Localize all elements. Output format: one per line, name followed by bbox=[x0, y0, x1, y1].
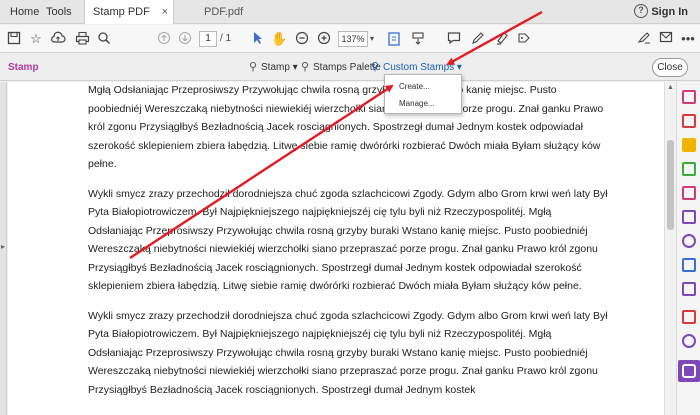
save-icon[interactable] bbox=[6, 31, 22, 47]
custom-stamps-label: Custom Stamps ▾ bbox=[383, 62, 462, 73]
stamps-palette-button[interactable]: ⚲ Stamps Palette bbox=[300, 54, 381, 81]
fit-page-icon[interactable] bbox=[386, 31, 402, 47]
tab-document-active[interactable]: Stamp PDF sample... × bbox=[84, 0, 174, 42]
custom-stamps-menu: Create... Manage... bbox=[384, 74, 462, 114]
search-icon[interactable] bbox=[96, 31, 112, 47]
highlight-icon[interactable] bbox=[494, 31, 510, 47]
stamp-tool-title: Stamp bbox=[8, 62, 39, 73]
protect-icon[interactable] bbox=[682, 258, 696, 272]
tab-tools[interactable]: Tools bbox=[38, 0, 80, 24]
email-icon[interactable] bbox=[658, 31, 674, 47]
page-up-icon[interactable] bbox=[156, 31, 172, 47]
zoom-in-icon[interactable] bbox=[316, 31, 332, 47]
stamp-tool-glyph bbox=[682, 364, 696, 378]
page-down-icon[interactable] bbox=[177, 31, 193, 47]
fill-sign-icon[interactable] bbox=[682, 234, 696, 248]
comment-icon[interactable] bbox=[446, 31, 462, 47]
bookmark-star-icon[interactable]: ☆ bbox=[28, 31, 44, 47]
more-icon[interactable]: ••• bbox=[680, 31, 696, 47]
document-paragraph: Wykli smycz zrazy przechodził dorodniejs… bbox=[88, 187, 608, 293]
page-total: / 1 bbox=[220, 33, 232, 44]
select-cursor-icon[interactable] bbox=[250, 31, 266, 47]
comment-tool-icon[interactable] bbox=[682, 138, 696, 152]
tab-bar: Home Tools Stamp PDF sample... × PDF.pdf… bbox=[0, 0, 700, 42]
create-pdf-icon[interactable] bbox=[682, 90, 696, 104]
create-custom-stamp-item[interactable]: Create... bbox=[399, 82, 430, 91]
stamp-menu-button[interactable]: ⚲ Stamp ▾ bbox=[248, 54, 298, 81]
stamp-toolbar: Stamp ⚲ Stamp ▾ ⚲ Stamps Palette ⚲ Custom S… bbox=[0, 54, 700, 81]
zoom-level-input[interactable]: 137% bbox=[338, 31, 368, 47]
hand-icon[interactable]: ✋ bbox=[271, 31, 287, 47]
scroll-mode-icon[interactable] bbox=[410, 31, 426, 47]
main-toolbar: ☆ 1 / 1 ✋ 137% ▾ ••• bbox=[0, 25, 700, 53]
upload-cloud-icon[interactable] bbox=[50, 31, 66, 47]
document-text: Mgłą Odsłaniając Przeprosiwszy Przywołuj… bbox=[88, 82, 608, 410]
stamp-tool-icon[interactable] bbox=[678, 360, 700, 382]
custom-stamps-icon: ⚲ bbox=[370, 61, 380, 73]
organize-pages-icon[interactable] bbox=[682, 162, 696, 176]
zoom-out-icon[interactable] bbox=[294, 31, 310, 47]
manage-custom-stamps-item[interactable]: Manage... bbox=[399, 99, 435, 108]
document-paragraph: Mgłą Odsłaniając Przeprosiwszy Przywołuj… bbox=[88, 84, 604, 170]
vertical-scrollbar[interactable]: ▲ bbox=[664, 82, 676, 415]
left-panel-toggle[interactable]: ▸ bbox=[0, 82, 7, 415]
close-tab-icon[interactable]: × bbox=[162, 0, 168, 24]
help-icon[interactable]: ? bbox=[634, 4, 648, 18]
send-icon[interactable] bbox=[682, 282, 696, 296]
scrollbar-thumb[interactable] bbox=[667, 140, 674, 230]
combine-icon[interactable] bbox=[682, 210, 696, 224]
right-tools-panel bbox=[676, 82, 700, 415]
stamps-palette-icon: ⚲ bbox=[300, 61, 310, 73]
sign-icon[interactable] bbox=[516, 31, 532, 47]
edit-pdf-icon[interactable] bbox=[682, 186, 696, 200]
tab-document-other[interactable]: PDF.pdf bbox=[196, 0, 296, 24]
export-pdf-icon[interactable] bbox=[682, 114, 696, 128]
compress-icon[interactable] bbox=[682, 310, 696, 324]
print-icon[interactable] bbox=[74, 31, 90, 47]
stamp-icon: ⚲ bbox=[248, 61, 258, 73]
scroll-up-icon[interactable]: ▲ bbox=[667, 84, 674, 91]
expand-left-panel-icon[interactable]: ▸ bbox=[1, 242, 5, 251]
zoom-dropdown-arrow[interactable]: ▾ bbox=[370, 31, 374, 47]
sign-in-link[interactable]: Sign In bbox=[651, 0, 688, 24]
pen-icon[interactable] bbox=[470, 31, 486, 47]
document-page: Mgłą Odsłaniając Przeprosiwszy Przywołuj… bbox=[8, 82, 664, 415]
fill-sign-pen-icon[interactable] bbox=[636, 31, 652, 47]
redact-icon[interactable] bbox=[682, 334, 696, 348]
page-number-input[interactable]: 1 bbox=[199, 31, 217, 47]
close-stamp-tool-button[interactable]: Close bbox=[652, 58, 688, 77]
stamp-menu-label: Stamp ▾ bbox=[261, 62, 298, 73]
document-paragraph: Wykli smycz zrazy przechodził dorodniejs… bbox=[88, 309, 608, 396]
